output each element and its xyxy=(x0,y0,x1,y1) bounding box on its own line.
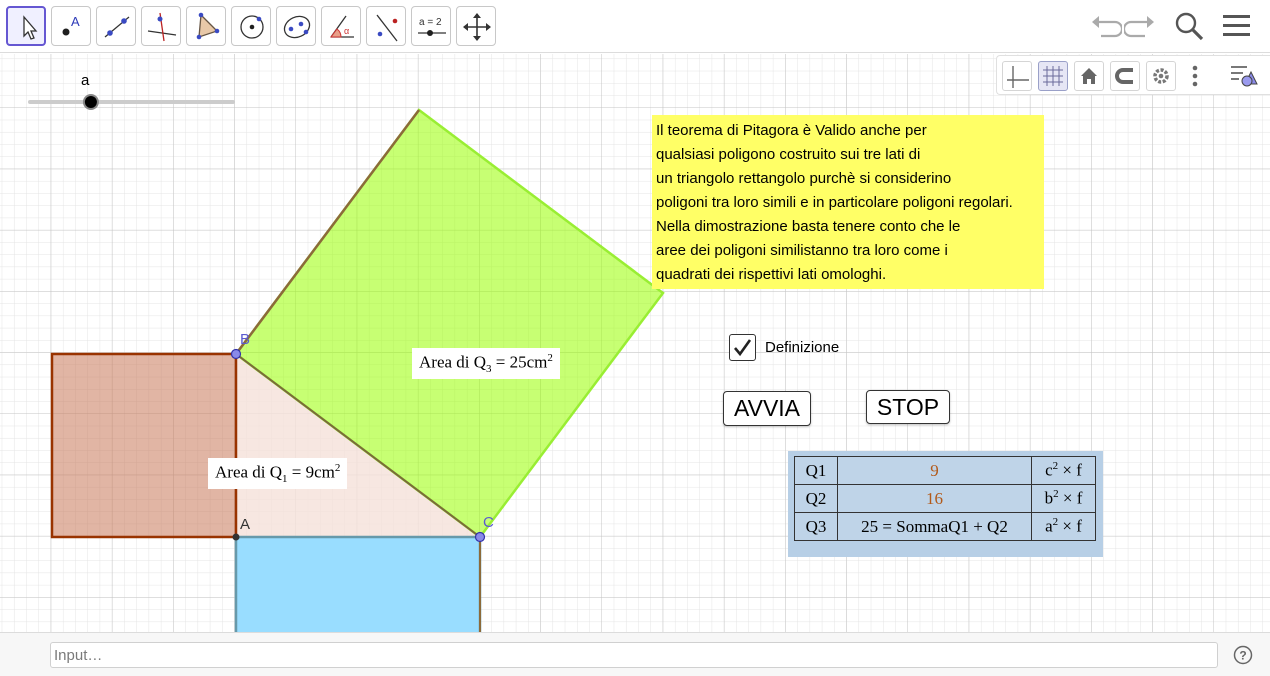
row-value: 25 = SommaQ1 + Q2 xyxy=(837,512,1032,541)
formula-rest: × f xyxy=(1058,460,1082,480)
area-q1-label: Area di Q1 = 9cm2 xyxy=(208,458,348,490)
point-a[interactable] xyxy=(232,533,240,541)
point-tool-button[interactable]: A xyxy=(51,6,91,46)
definizione-label: Definizione xyxy=(765,339,840,356)
row-value: 16 xyxy=(837,484,1032,513)
area-q3-prefix: Area di Q xyxy=(419,352,487,372)
axes-toggle-button[interactable] xyxy=(1002,61,1032,91)
more-vertical-icon[interactable] xyxy=(1190,63,1200,89)
formula-var: c xyxy=(1045,460,1053,480)
area-q1-eq: = 9cm xyxy=(287,462,335,482)
formula-rest: × f xyxy=(1058,516,1082,536)
definizione-checkbox[interactable] xyxy=(729,334,756,361)
row-value: 9 xyxy=(837,456,1032,485)
style-bar-toggle-icon[interactable] xyxy=(1227,62,1261,90)
point-a-label: A xyxy=(240,516,251,533)
theorem-note: Il teorema di Pitagora è Valido anche pe… xyxy=(652,115,1044,289)
svg-text:α: α xyxy=(344,26,349,36)
table-row: Q3 25 = SommaQ1 + Q2 a2 × f xyxy=(794,512,1096,541)
slider-knob[interactable] xyxy=(82,94,99,110)
angle-tool-button[interactable]: α xyxy=(321,6,361,46)
move-tool-button[interactable] xyxy=(6,6,46,46)
point-b-label: B xyxy=(240,331,251,348)
avvia-button[interactable]: AVVIA xyxy=(723,391,811,426)
undo-icon[interactable] xyxy=(1088,9,1124,43)
area-q3-sup: 2 xyxy=(547,352,553,364)
note-line: un triangolo rettangolo purchè si consid… xyxy=(656,170,952,187)
note-line: qualsiasi poligono costruito sui tre lat… xyxy=(656,146,921,163)
graphics-style-bar xyxy=(996,55,1270,95)
input-bar: ? xyxy=(0,632,1270,676)
perpendicular-line-tool-button[interactable] xyxy=(141,6,181,46)
data-table-panel: Q1 9 c2 × f Q2 16 b2 × f Q3 25 = SommaQ1… xyxy=(788,451,1103,557)
slider-tool-text: a = 2 xyxy=(419,17,442,28)
circle-center-point-tool-button[interactable] xyxy=(231,6,271,46)
point-c[interactable] xyxy=(474,531,486,543)
area-q1-sup: 2 xyxy=(334,462,341,474)
polygon-tool-button[interactable] xyxy=(186,6,226,46)
formula-rest: × f xyxy=(1058,488,1083,508)
grid-toggle-button[interactable] xyxy=(1038,61,1068,91)
search-icon[interactable] xyxy=(1172,9,1206,43)
note-line: aree dei poligoni similistanno tra loro … xyxy=(656,242,948,259)
square-q2[interactable] xyxy=(234,535,482,632)
formula-var: b xyxy=(1044,488,1054,508)
row-formula: a2 × f xyxy=(1031,512,1096,541)
point-c-label: C xyxy=(483,514,494,531)
toolbar: A α a = 2 xyxy=(0,0,1270,53)
point-tool-letter: A xyxy=(71,14,80,29)
point-b[interactable] xyxy=(230,348,242,360)
note-line: poligoni tra loro simili e in particolar… xyxy=(656,194,1013,211)
algebra-input[interactable] xyxy=(50,642,1218,668)
note-line: Il teorema di Pitagora è Valido anche pe… xyxy=(656,122,927,139)
area-q3-eq: = 25cm xyxy=(491,352,548,372)
square-q1[interactable] xyxy=(50,352,238,539)
slider-label: a xyxy=(81,72,90,89)
conic-tool-button[interactable] xyxy=(276,6,316,46)
segment-tool-button[interactable] xyxy=(96,6,136,46)
slider-tool-button[interactable]: a = 2 xyxy=(411,6,451,46)
note-line: quadrati dei rispettivi lati omologhi. xyxy=(656,266,887,283)
row-name: Q1 xyxy=(794,456,838,485)
graphics-view[interactable]: a A B C Il teorema di Pitagora è Valido … xyxy=(0,54,1270,632)
reflect-tool-button[interactable] xyxy=(366,6,406,46)
home-icon[interactable] xyxy=(1074,61,1104,91)
row-name: Q3 xyxy=(794,512,838,541)
row-formula: c2 × f xyxy=(1031,456,1096,485)
move-graphics-view-tool-button[interactable] xyxy=(456,6,496,46)
table-row: Q2 16 b2 × f xyxy=(794,484,1096,513)
table-row: Q1 9 c2 × f xyxy=(794,456,1096,485)
data-table: Q1 9 c2 × f Q2 16 b2 × f Q3 25 = SommaQ1… xyxy=(794,456,1096,541)
area-q1-prefix: Area di Q xyxy=(215,462,283,482)
magnet-icon[interactable] xyxy=(1110,61,1140,91)
row-formula: b2 × f xyxy=(1031,484,1096,513)
row-name: Q2 xyxy=(794,484,838,513)
menu-icon[interactable] xyxy=(1220,9,1254,43)
settings-gear-icon[interactable] xyxy=(1146,61,1176,91)
stop-button[interactable]: STOP xyxy=(866,390,950,424)
formula-var: a xyxy=(1045,516,1053,536)
svg-text:?: ? xyxy=(1239,649,1246,663)
area-q3-label: Area di Q3 = 25cm2 xyxy=(412,348,560,380)
note-line: Nella dimostrazione basta tenere conto c… xyxy=(656,218,961,235)
redo-icon[interactable] xyxy=(1122,9,1158,43)
help-icon[interactable]: ? xyxy=(1233,645,1253,665)
